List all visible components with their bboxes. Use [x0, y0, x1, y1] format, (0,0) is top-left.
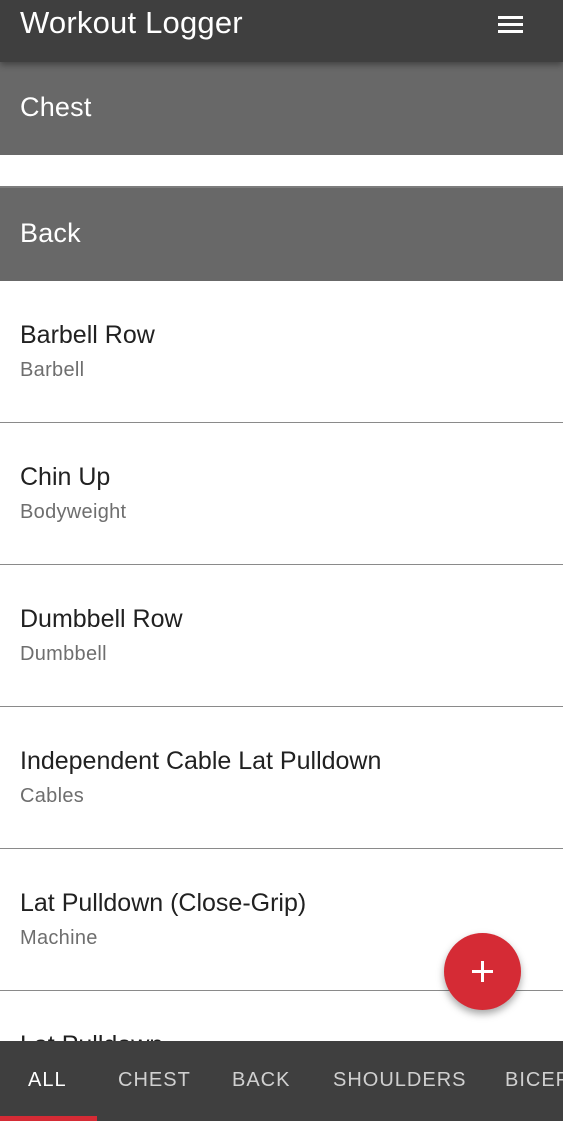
exercise-name: Barbell Row — [20, 321, 155, 349]
tab-label: BICEPS — [505, 1069, 563, 1091]
exercise-equipment: Bodyweight — [20, 501, 127, 523]
tab-all[interactable]: ALL — [0, 1041, 97, 1121]
list-item[interactable]: Barbell Row Barbell — [0, 281, 563, 423]
exercise-equipment: Machine — [20, 927, 98, 949]
exercise-equipment: Barbell — [20, 359, 85, 381]
section-header-back[interactable]: Back — [0, 186, 563, 281]
tab-back[interactable]: BACK — [211, 1041, 311, 1121]
exercise-name: Independent Cable Lat Pulldown — [20, 747, 382, 775]
list-item[interactable]: Dumbbell Row Dumbbell — [0, 565, 563, 707]
tab-label: CHEST — [118, 1069, 191, 1091]
tab-chest[interactable]: CHEST — [97, 1041, 211, 1121]
section-header-label: Back — [20, 218, 81, 248]
tab-label: ALL — [28, 1069, 67, 1091]
add-exercise-button[interactable] — [444, 933, 521, 1010]
active-tab-indicator — [0, 1116, 97, 1121]
exercise-equipment: Dumbbell — [20, 643, 107, 665]
tab-biceps[interactable]: BICEPS — [483, 1041, 563, 1121]
category-tab-bar: ALL CHEST BACK SHOULDERS BICEPS — [0, 1041, 563, 1121]
exercise-list: Barbell Row Barbell Chin Up Bodyweight D… — [0, 281, 563, 1041]
app-bar: Workout Logger — [0, 0, 563, 62]
hamburger-menu-icon[interactable] — [484, 6, 536, 42]
section-header-label: Chest — [20, 92, 92, 122]
app-title: Workout Logger — [20, 5, 243, 40]
section-header-chest[interactable]: Chest — [0, 62, 563, 155]
tab-shoulders[interactable]: SHOULDERS — [311, 1041, 483, 1121]
list-item[interactable]: Independent Cable Lat Pulldown Cables — [0, 707, 563, 849]
tab-label: SHOULDERS — [333, 1069, 467, 1091]
exercise-name: Chin Up — [20, 463, 111, 491]
exercise-name: Lat Pulldown (Close-Grip) — [20, 889, 307, 917]
exercise-name: Lat Pulldown — [20, 1031, 163, 1041]
exercise-name: Dumbbell Row — [20, 605, 183, 633]
list-item[interactable]: Chin Up Bodyweight — [0, 423, 563, 565]
tab-label: BACK — [232, 1069, 291, 1091]
exercise-equipment: Cables — [20, 785, 85, 807]
